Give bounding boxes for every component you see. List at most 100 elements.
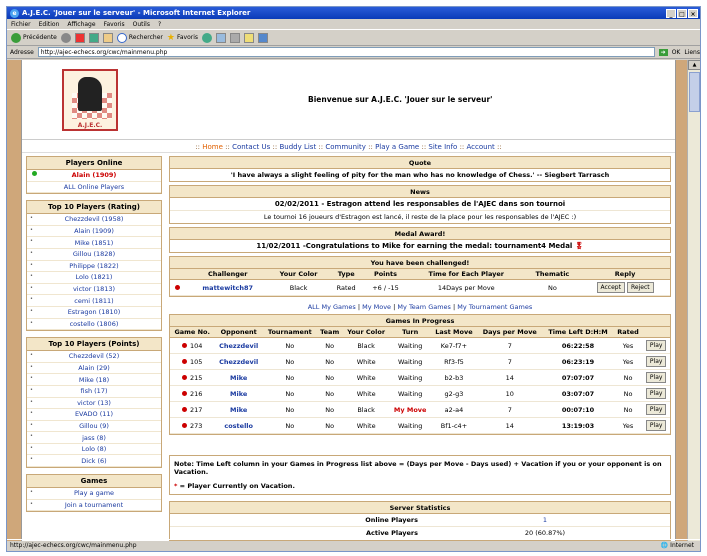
opponent-link[interactable]: Mike [214,401,263,418]
address-bar: Adresse http://ajec-echecs.org/cwc/mainm… [7,46,700,59]
menu-tools[interactable]: Outils [133,21,150,28]
list-item[interactable]: • Lolo (1821) [27,272,161,284]
opponent-link[interactable]: costello [224,422,253,430]
team-cell: No [316,337,343,354]
go-button[interactable]: ➜ [658,48,668,56]
scroll-thumb[interactable] [689,72,700,112]
refresh-icon[interactable] [88,32,99,43]
list-item[interactable]: • Alain (1909) [27,226,161,238]
list-item[interactable]: • Alain (29) [27,363,161,375]
join-tournament-link[interactable]: • Join a tournament [27,500,161,512]
menu-favorites[interactable]: Favoris [104,21,125,28]
nav-buddy-list[interactable]: Buddy List [279,143,316,151]
folder-icon[interactable] [244,32,255,43]
mail-icon[interactable] [216,32,227,43]
list-item[interactable]: • jass (8) [27,432,161,444]
search-button[interactable]: Rechercher [116,32,163,43]
medal-icon[interactable]: 🎖 [575,242,584,250]
play-button[interactable]: Play [645,404,667,415]
maximize-button[interactable]: □ [677,8,687,18]
list-item[interactable]: • costello (1806) [27,319,161,331]
menu-view[interactable]: Affichage [67,21,95,28]
play-button[interactable]: Play [645,420,667,431]
list-item[interactable]: • EVADO (11) [27,409,161,421]
vertical-scrollbar[interactable]: ▲ [687,60,700,541]
list-item[interactable]: • Gillou (1828) [27,249,161,261]
opponent-link[interactable]: Mike [214,369,263,386]
opponent-link[interactable]: costello [214,417,263,434]
list-item[interactable]: • Lolo (8) [27,444,161,456]
play-game-link[interactable]: • Play a game [27,488,161,500]
news-panel: News 02/02/2011 - Estragon attend les re… [169,185,671,224]
col-header: Challenger [187,269,268,280]
opponent-link[interactable]: Mike [230,390,247,398]
list-item[interactable]: • Estragon (1810) [27,307,161,319]
online-player[interactable]: Alain (1909) [27,170,161,182]
nav-account[interactable]: Account [467,143,495,151]
messenger-icon[interactable] [258,32,269,43]
tab-team-games[interactable]: My Team Games [397,303,451,311]
news-headline: 02/02/2011 - Estragon attend les respons… [170,198,670,211]
nav-community[interactable]: Community [325,143,366,151]
history-icon[interactable] [202,32,213,43]
list-item[interactable]: • fish (17) [27,386,161,398]
list-item[interactable]: • Chezzdevil (52) [27,351,161,363]
nav-home[interactable]: Home [202,143,223,151]
scroll-up-icon[interactable]: ▲ [688,60,700,70]
tab-all-games[interactable]: ALL My Games [308,303,356,311]
opponent-link[interactable]: Mike [214,385,263,402]
close-button[interactable]: × [688,8,698,18]
opponent-link[interactable]: Chezzdevil [214,353,263,370]
favorites-button[interactable]: ★ Favoris [167,33,198,43]
print-icon[interactable] [230,32,241,43]
opponent-link[interactable]: Mike [230,406,247,414]
play-button[interactable]: Play [645,388,667,399]
links-label[interactable]: Liens [684,49,700,56]
menu-help[interactable]: ? [158,21,161,28]
opponent-link[interactable]: Chezzdevil [219,358,258,366]
all-online-players-link[interactable]: ALL Online Players [27,182,161,194]
home-icon[interactable] [102,32,113,43]
top10-points-box: Top 10 Players (Points) • Chezzdevil (52)… [26,337,162,469]
address-input[interactable]: http://ajec-echecs.org/cwc/mainmenu.php [37,47,655,57]
play-button[interactable]: Play [645,356,667,367]
last-move-cell: Ke7-f7+ [440,341,468,350]
reject-button[interactable]: Reject [627,282,654,293]
challenger-link[interactable]: mattewitch87 [187,279,268,296]
nav-site-info[interactable]: Site Info [428,143,457,151]
menu-edit[interactable]: Edition [39,21,60,28]
ie-icon: e [10,8,19,18]
list-item[interactable]: • Chezzdevil (1958) [27,214,161,226]
tab-my-move[interactable]: My Move [362,303,391,311]
days-cell: 7 [477,337,543,354]
menu-file[interactable]: Fichier [11,21,31,28]
list-item[interactable]: • victor (1813) [27,284,161,296]
play-button[interactable]: Play [645,372,667,383]
play-button[interactable]: Play [645,340,667,351]
list-item[interactable]: • victor (13) [27,398,161,410]
rated-cell: No [613,369,643,386]
list-item[interactable]: • Dick (6) [27,455,161,468]
color-cell: Black [357,405,375,414]
minimize-button[interactable]: _ [666,8,676,18]
tab-tournament-games[interactable]: My Tournament Games [457,303,532,311]
opponent-link[interactable]: Chezzdevil [214,337,263,354]
opponent-link[interactable]: Chezzdevil [219,342,258,350]
nav-contact[interactable]: Contact Us [232,143,270,151]
accept-button[interactable]: Accept [596,282,625,293]
back-button[interactable]: Précédente [11,32,57,43]
nav-play-game[interactable]: Play a Game [375,143,419,151]
list-item[interactable]: • Mike (1851) [27,237,161,249]
play-cell: Play [642,401,670,418]
col-header: Points [363,269,408,280]
opponent-link[interactable]: Mike [230,374,247,382]
go-label[interactable]: OK [672,49,681,56]
list-item[interactable]: • Gillou (9) [27,421,161,433]
stop-icon[interactable] [74,32,85,43]
color-cell: White [356,389,376,398]
list-item[interactable]: • Philippe (1822) [27,261,161,273]
forward-icon[interactable] [60,32,71,43]
window-title: A.J.E.C. 'Jouer sur le serveur' - Micros… [22,9,251,17]
list-item[interactable]: • Mike (18) [27,374,161,386]
list-item[interactable]: • cemi (1811) [27,295,161,307]
